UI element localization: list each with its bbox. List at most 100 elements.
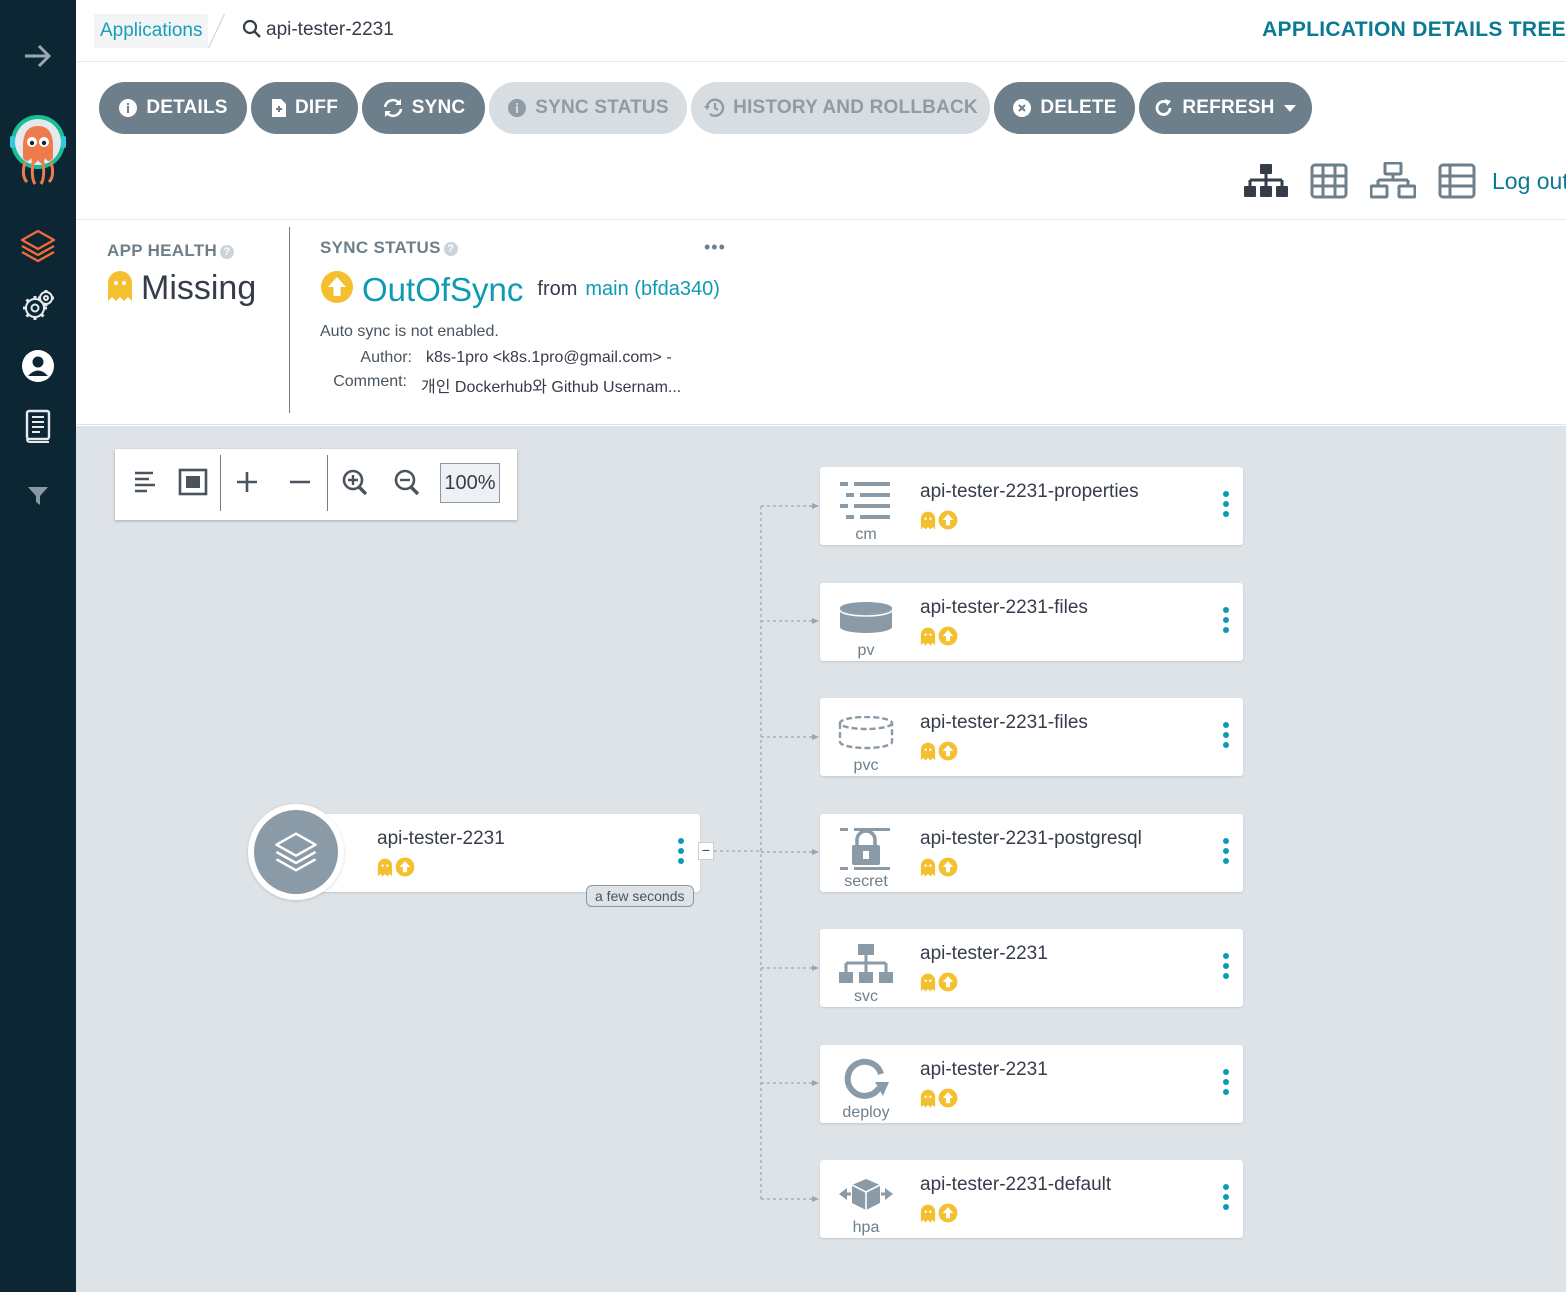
graph-toolbox: 100% xyxy=(115,449,517,520)
resource-node-deploy[interactable]: deploy api-tester-2231 xyxy=(820,1045,1243,1123)
missing-ghost-icon xyxy=(377,858,393,882)
resource-node-pvc[interactable]: pvc api-tester-2231-files xyxy=(820,698,1243,776)
status-panel: APP HEALTH? Missing SYNC STATUS? OutOfSy… xyxy=(76,221,1566,425)
node-menu-icon[interactable] xyxy=(1223,722,1229,748)
node-menu-icon[interactable] xyxy=(1223,838,1229,864)
action-bar: DETAILS DIFF SYNC SYNC STATUS HISTORY AN… xyxy=(76,62,1566,220)
service-network-icon xyxy=(838,941,894,987)
toolbox-separator xyxy=(220,455,221,511)
author-row: Author: k8s-1pro <k8s.1pro@gmail.com> - xyxy=(320,349,720,367)
resource-tree-canvas: 100% api-tester-2231 a few seconds − cm … xyxy=(76,426,1566,1292)
node-menu-icon[interactable] xyxy=(1223,1184,1229,1210)
collapse-node-button[interactable]: − xyxy=(698,842,714,860)
search-icon[interactable] xyxy=(242,19,262,44)
documentation-book-icon[interactable] xyxy=(0,406,76,446)
comment-value: 개인 Dockerhub와 Github Usernam... xyxy=(421,379,682,396)
node-menu-icon[interactable] xyxy=(1223,953,1229,979)
info-circle-icon xyxy=(118,98,138,118)
out-of-sync-arrow-icon xyxy=(320,270,354,309)
expand-all-plus-icon[interactable] xyxy=(234,467,260,502)
resource-name: api-tester-2231-properties xyxy=(920,481,1139,502)
app-health-label: APP HEALTH? xyxy=(107,241,256,261)
sync-status-label: SYNC STATUS? xyxy=(320,238,720,258)
sync-status-label-text: SYNC STATUS xyxy=(320,238,441,257)
zoom-out-icon[interactable] xyxy=(393,467,421,502)
root-app-icon xyxy=(248,804,344,900)
author-label: Author: xyxy=(360,349,412,366)
sidebar xyxy=(0,0,76,1292)
argo-logo-icon[interactable] xyxy=(0,110,76,190)
out-of-sync-arrow-icon xyxy=(938,626,958,651)
caret-down-icon xyxy=(1283,103,1297,113)
refresh-button[interactable]: REFRESH xyxy=(1139,82,1312,134)
missing-ghost-icon xyxy=(920,627,936,651)
sync-button[interactable]: SYNC xyxy=(362,82,485,134)
root-app-name: api-tester-2231 xyxy=(377,828,505,849)
out-of-sync-arrow-icon xyxy=(938,1088,958,1113)
sync-arrows-icon xyxy=(382,98,404,118)
node-menu-icon[interactable] xyxy=(1223,1069,1229,1095)
node-menu-icon[interactable] xyxy=(1223,491,1229,517)
filter-funnel-icon[interactable] xyxy=(0,482,76,510)
grid-view-icon[interactable] xyxy=(1310,162,1348,205)
resource-node-pv[interactable]: pv api-tester-2231-files xyxy=(820,583,1243,661)
delete-button[interactable]: DELETE xyxy=(994,82,1135,134)
top-bar: Applications api-tester-2231 APPLICATION… xyxy=(76,0,1566,62)
list-view-icon[interactable] xyxy=(1438,162,1476,205)
history-rollback-button[interactable]: HISTORY AND ROLLBACK xyxy=(691,82,990,134)
zoom-in-icon[interactable] xyxy=(341,467,369,502)
help-icon[interactable]: ? xyxy=(443,241,458,256)
align-left-icon[interactable] xyxy=(133,467,157,502)
out-of-sync-arrow-icon xyxy=(938,510,958,535)
collapse-all-minus-icon[interactable] xyxy=(287,467,313,502)
resource-node-cm[interactable]: cm api-tester-2231-properties xyxy=(820,467,1243,545)
resource-kind: hpa xyxy=(852,1219,880,1236)
applications-layers-icon[interactable] xyxy=(0,226,76,266)
user-account-icon[interactable] xyxy=(0,346,76,386)
resource-kind: secret xyxy=(844,873,888,890)
resource-node-secret[interactable]: secret api-tester-2231-postgresql xyxy=(820,814,1243,892)
details-button-label: DETAILS xyxy=(146,97,228,118)
sync-status-button[interactable]: SYNC STATUS xyxy=(489,82,687,134)
persistent-volume-claim-icon xyxy=(838,710,894,756)
diff-button[interactable]: DIFF xyxy=(251,82,358,134)
zoom-level-display[interactable]: 100% xyxy=(440,463,500,503)
tree-view-icon[interactable] xyxy=(1244,162,1288,205)
refresh-button-label: REFRESH xyxy=(1182,97,1275,118)
resource-status-badges xyxy=(920,1088,958,1113)
sync-button-label: SYNC xyxy=(411,97,466,118)
expand-sidebar-arrow-icon[interactable] xyxy=(0,38,76,74)
info-circle-icon xyxy=(507,98,527,118)
resource-kind: cm xyxy=(855,526,877,543)
out-of-sync-arrow-icon xyxy=(938,741,958,766)
sync-revision-link[interactable]: main (bfda340) xyxy=(585,278,720,301)
status-divider xyxy=(289,227,290,413)
out-of-sync-arrow-icon xyxy=(938,1203,958,1228)
logout-link[interactable]: Log out xyxy=(1492,168,1566,195)
breadcrumb-current-app[interactable]: api-tester-2231 xyxy=(266,19,394,41)
more-options-icon[interactable]: ••• xyxy=(704,237,726,258)
resource-status-badges xyxy=(920,741,958,766)
details-button[interactable]: DETAILS xyxy=(99,82,247,134)
app-health-value: Missing xyxy=(141,269,257,307)
breadcrumb-applications-link[interactable]: Applications xyxy=(94,14,209,48)
settings-gears-icon[interactable] xyxy=(0,286,76,326)
resource-node-hpa[interactable]: hpa api-tester-2231-default xyxy=(820,1160,1243,1238)
node-menu-icon[interactable] xyxy=(678,838,684,864)
out-of-sync-arrow-icon xyxy=(938,857,958,882)
help-icon[interactable]: ? xyxy=(220,244,235,259)
missing-ghost-icon xyxy=(920,1089,936,1113)
network-view-icon[interactable] xyxy=(1369,161,1417,205)
node-menu-icon[interactable] xyxy=(1223,607,1229,633)
toolbox-separator xyxy=(327,455,328,511)
sync-from-label: from xyxy=(537,278,578,300)
resource-node-svc[interactable]: svc api-tester-2231 xyxy=(820,929,1243,1007)
author-value: k8s-1pro <k8s.1pro@gmail.com> - xyxy=(426,349,672,366)
fit-to-screen-icon[interactable] xyxy=(178,467,208,502)
refresh-icon xyxy=(1154,98,1174,118)
missing-ghost-icon xyxy=(920,858,936,882)
sync-status-button-label: SYNC STATUS xyxy=(535,97,669,118)
resource-kind: pv xyxy=(857,642,875,659)
root-app-node[interactable]: api-tester-2231 xyxy=(282,814,700,892)
app-health-value-row: Missing xyxy=(107,269,256,308)
